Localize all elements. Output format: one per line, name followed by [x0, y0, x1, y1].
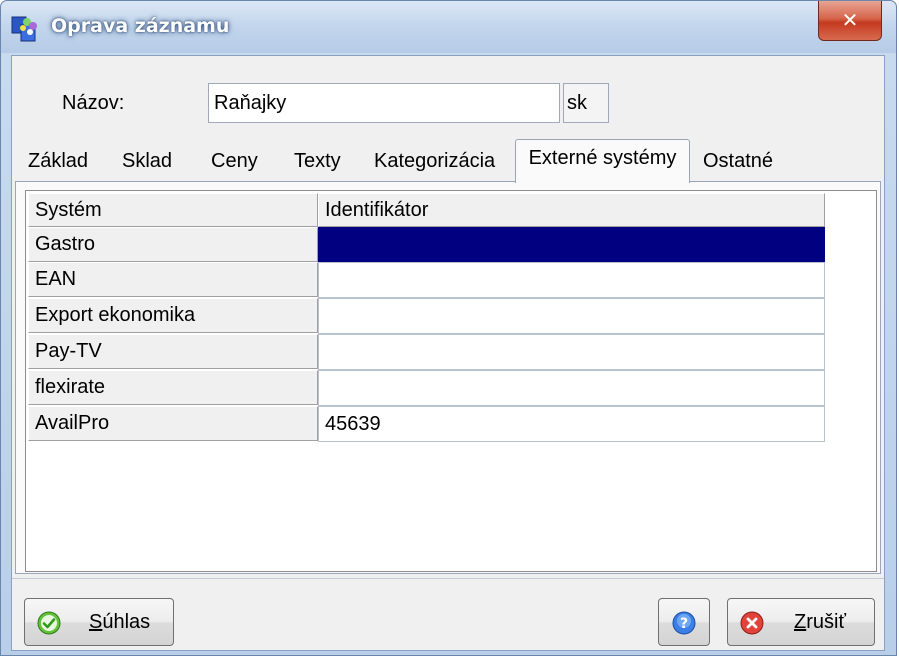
- identifier-cell-availpro[interactable]: 45639: [318, 406, 825, 442]
- close-button[interactable]: ✕: [818, 1, 882, 41]
- tab-ostatne[interactable]: Ostatné: [703, 150, 773, 173]
- svg-text:?: ?: [680, 616, 688, 632]
- tab-sklad[interactable]: Sklad: [122, 150, 172, 173]
- external-systems-grid[interactable]: Systém Identifikátor Gastro EAN Export e…: [25, 190, 877, 572]
- tab-ceny[interactable]: Ceny: [211, 150, 258, 173]
- help-button[interactable]: ?: [658, 598, 710, 646]
- row-header-flexirate[interactable]: flexirate: [28, 370, 318, 405]
- tab-kategorizacia[interactable]: Kategorizácia: [374, 150, 495, 173]
- cancel-button[interactable]: Zrušiť: [727, 598, 875, 646]
- row-header-ean[interactable]: EAN: [28, 262, 318, 297]
- identifier-cell-pay-tv[interactable]: [318, 334, 825, 370]
- identifier-cell-flexirate[interactable]: [318, 370, 825, 406]
- identifier-cell-ean[interactable]: [318, 262, 825, 298]
- help-icon: ?: [672, 611, 696, 635]
- dialog-window: Oprava záznamu ✕ Názov: Raňajky sk Zákla…: [0, 0, 897, 656]
- tab-panel: Systém Identifikátor Gastro EAN Export e…: [15, 181, 881, 574]
- check-circle-icon: [37, 611, 61, 635]
- row-header-availpro[interactable]: AvailPro: [28, 406, 318, 441]
- tab-externe-systemy[interactable]: Externé systémy: [515, 139, 690, 183]
- app-flower-icon: [11, 16, 37, 42]
- title-bar[interactable]: Oprava záznamu ✕: [1, 1, 896, 53]
- ok-button-label: Súhlas: [89, 611, 151, 633]
- name-input[interactable]: Raňajky: [208, 83, 560, 123]
- row-header-export-ekonomika[interactable]: Export ekonomika: [28, 298, 318, 333]
- identifier-cell-export-ekonomika[interactable]: [318, 298, 825, 334]
- row-header-pay-tv[interactable]: Pay-TV: [28, 334, 318, 369]
- close-icon: ✕: [841, 8, 859, 32]
- identifier-cell-gastro[interactable]: [318, 227, 825, 263]
- column-header-identifier[interactable]: Identifikátor: [318, 193, 825, 227]
- window-title: Oprava záznamu: [51, 15, 230, 37]
- button-bar-divider: [12, 578, 884, 579]
- tab-texty[interactable]: Texty: [294, 150, 341, 173]
- column-header-system[interactable]: Systém: [28, 193, 318, 227]
- cancel-button-label: Zrušiť: [794, 611, 846, 633]
- language-button[interactable]: sk: [563, 83, 609, 123]
- tab-zaklad[interactable]: Základ: [28, 150, 88, 173]
- cancel-x-icon: [740, 611, 764, 635]
- row-header-gastro[interactable]: Gastro: [28, 227, 318, 262]
- ok-button[interactable]: Súhlas: [24, 598, 174, 646]
- dialog-client-area: Názov: Raňajky sk Základ Sklad Ceny Text…: [11, 55, 885, 651]
- name-label: Názov:: [62, 92, 125, 114]
